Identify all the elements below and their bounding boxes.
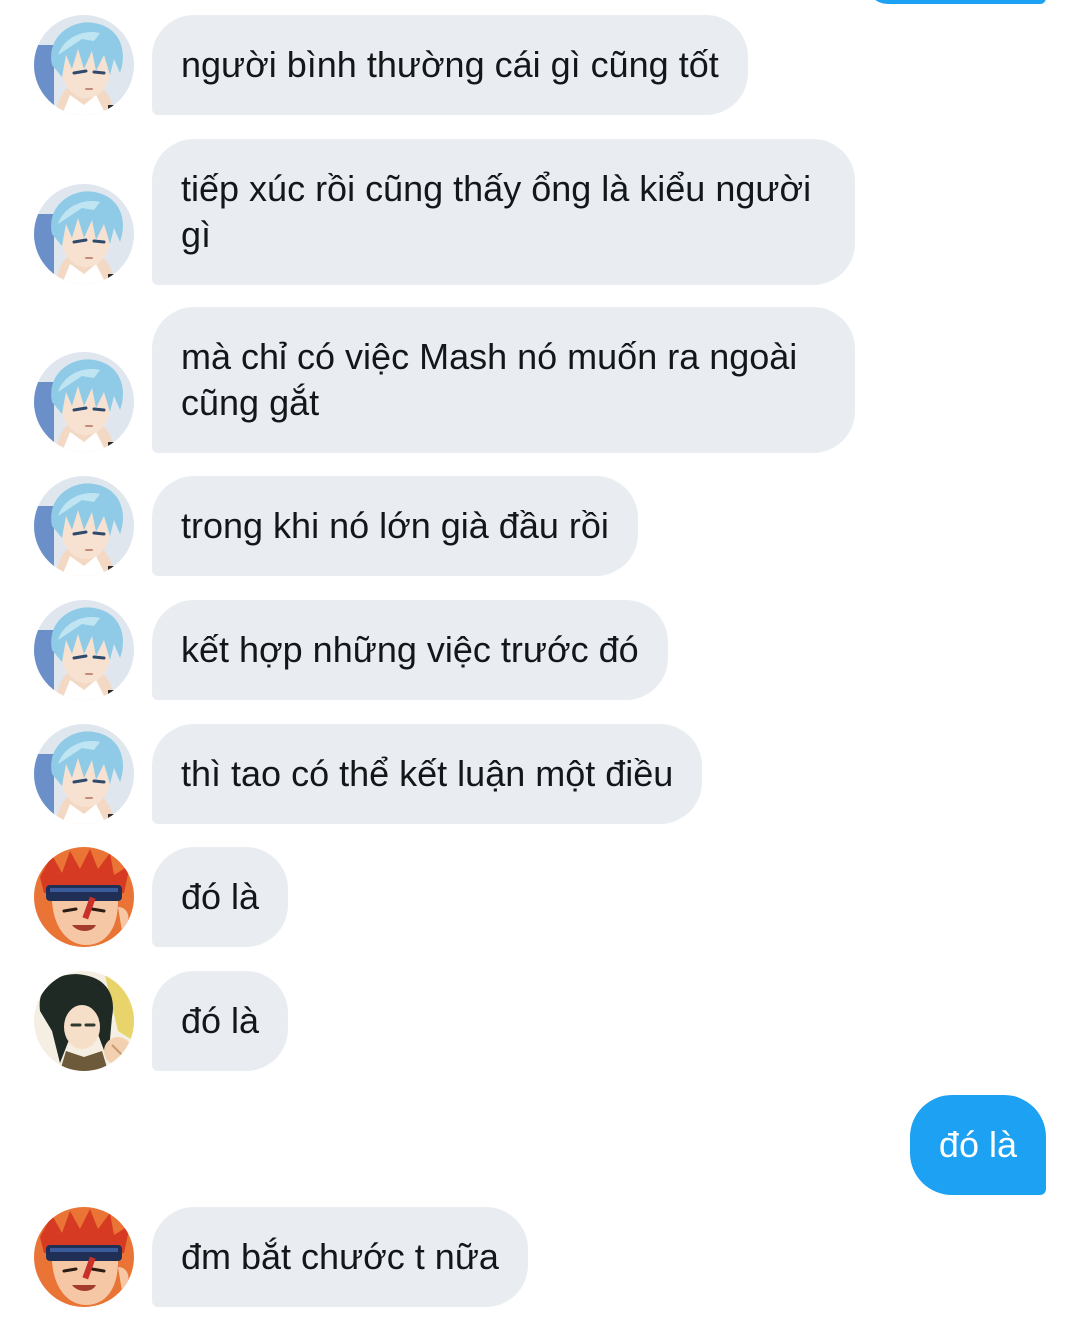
previous-sent-bubble-edge	[866, 0, 1046, 4]
avatar-image	[34, 476, 134, 576]
message-bubble-received[interactable]: tiếp xúc rồi cũng thấy ổng là kiểu người…	[152, 139, 855, 285]
avatar-blue-hair-user[interactable]	[34, 15, 134, 115]
message-bubble-received[interactable]: đó là	[152, 847, 289, 947]
message-bubble-received[interactable]: kết hợp những việc trước đó	[152, 600, 668, 700]
avatar-image	[34, 1207, 134, 1307]
avatar-blue-hair-user[interactable]	[34, 600, 134, 700]
message-bubble-received[interactable]: đm bắt chước t nữa	[152, 1207, 528, 1307]
avatar-image	[34, 724, 134, 824]
message-bubble-received[interactable]: người bình thường cái gì cũng tốt	[152, 15, 748, 115]
message-bubble-received[interactable]: thì tao có thể kết luận một điều	[152, 724, 703, 824]
message-bubble-received[interactable]: trong khi nó lớn già đầu rồi	[152, 476, 638, 576]
message-bubble-sent[interactable]: đó là	[909, 1095, 1046, 1195]
avatar-dark-hair-user[interactable]	[34, 971, 134, 1071]
message-bubble-received[interactable]: mà chỉ có việc Mash nó muốn ra ngoài cũn…	[152, 307, 855, 453]
avatar-image	[34, 184, 134, 284]
avatar-image	[34, 600, 134, 700]
message-bubble-received[interactable]: đó là	[152, 971, 289, 1071]
avatar-red-hair-user[interactable]	[34, 847, 134, 947]
avatar-blue-hair-user[interactable]	[34, 184, 134, 284]
avatar-image	[34, 971, 134, 1071]
avatar-blue-hair-user[interactable]	[34, 724, 134, 824]
avatar-image	[34, 352, 134, 452]
avatar-blue-hair-user[interactable]	[34, 352, 134, 452]
avatar-blue-hair-user[interactable]	[34, 476, 134, 576]
avatar-red-hair-user[interactable]	[34, 1207, 134, 1307]
avatar-image	[34, 15, 134, 115]
avatar-image	[34, 847, 134, 947]
